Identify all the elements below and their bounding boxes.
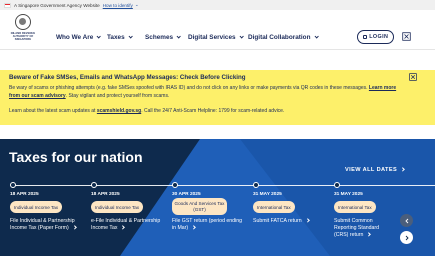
section-heading: Taxes for our nation bbox=[9, 149, 143, 165]
nav-label: Schemes bbox=[145, 34, 174, 41]
nav-schemes[interactable]: Schemes bbox=[145, 34, 182, 41]
timeline-line bbox=[12, 185, 435, 186]
description-text: File GST return (period ending in Mar) bbox=[172, 218, 242, 231]
chevron-right-icon bbox=[72, 224, 77, 230]
alert-footer-text-end: . Call the 24/7 Anti-Scam Helpline: 1799… bbox=[141, 108, 285, 114]
singapore-flag-icon bbox=[4, 2, 11, 8]
government-banner-text: A Singapore Government Agency Website bbox=[14, 2, 100, 8]
iras-logo[interactable]: INLAND REVENUE AUTHORITY OF SINGAPORE bbox=[6, 14, 40, 46]
chevron-right-icon bbox=[304, 217, 310, 223]
view-all-dates-link[interactable]: VIEW ALL DATES bbox=[345, 167, 406, 173]
alert-body-text-end: . Stay vigilant and protect yourself fro… bbox=[65, 93, 170, 99]
chevron-down-icon bbox=[96, 34, 102, 39]
chevron-right-icon bbox=[191, 224, 197, 230]
close-icon[interactable] bbox=[409, 73, 417, 81]
timeline-dot bbox=[10, 182, 16, 188]
lock-icon bbox=[362, 35, 367, 39]
tax-date: 31 MAY 2025 bbox=[334, 192, 363, 197]
tax-dates-section: Taxes for our nation VIEW ALL DATES 18 A… bbox=[0, 139, 435, 256]
tax-date-description[interactable]: File GST return (period ending in Mar) bbox=[172, 218, 246, 232]
timeline-dot bbox=[172, 182, 178, 188]
tax-category-badge: Goods And Services Tax (GST) bbox=[172, 198, 227, 215]
chevron-right-icon bbox=[405, 235, 409, 240]
tax-date: 30 APR 2025 bbox=[172, 192, 201, 197]
description-text: File Individual & Partnership Income Tax… bbox=[10, 218, 75, 231]
tax-date: 18 APR 2025 bbox=[10, 192, 39, 197]
how-to-identify-link[interactable]: How to identify bbox=[103, 3, 133, 8]
alert-body: Be wary of scams or phishing attempts (e… bbox=[9, 84, 404, 100]
alert-body-text: Be wary of scams or phishing attempts (e… bbox=[9, 85, 368, 91]
nav-digital-collaboration[interactable]: Digital Collaboration bbox=[248, 34, 319, 41]
nav-label: Digital Collaboration bbox=[248, 34, 311, 41]
scamshield-link[interactable]: scamshield.gov.sg bbox=[97, 108, 141, 114]
iras-emblem-icon bbox=[15, 14, 31, 30]
tax-category-badge: International Tax bbox=[253, 201, 295, 213]
tax-category-badge: Individual Income Tax bbox=[10, 201, 63, 213]
nav-taxes[interactable]: Taxes bbox=[107, 34, 133, 41]
tax-date: 31 MAY 2025 bbox=[253, 192, 282, 197]
alert-footer-text: Learn about the latest scam updates at bbox=[9, 108, 96, 114]
tax-date: 18 APR 2025 bbox=[91, 192, 120, 197]
description-text: Submit Common Reporting Standard (CRS) r… bbox=[334, 218, 379, 238]
chevron-right-icon bbox=[400, 167, 406, 173]
login-button[interactable]: LOGIN bbox=[357, 30, 394, 44]
chevron-down-icon bbox=[313, 34, 319, 39]
logo-text: INLAND REVENUE AUTHORITY OF SINGAPORE bbox=[10, 32, 36, 41]
tax-date-description[interactable]: e-File Individual & Partnership Income T… bbox=[91, 218, 165, 232]
login-label: LOGIN bbox=[369, 34, 389, 40]
tax-date-description[interactable]: Submit Common Reporting Standard (CRS) r… bbox=[334, 218, 390, 239]
tax-category-badge: International Tax bbox=[334, 201, 376, 213]
nav-who-we-are[interactable]: Who We Are bbox=[56, 34, 102, 41]
tax-category-badge: Individual Income Tax bbox=[91, 201, 144, 213]
alert-title: Beware of Fake SMSes, Emails and WhatsAp… bbox=[9, 74, 246, 81]
alert-footer: Learn about the latest scam updates at s… bbox=[9, 108, 284, 114]
tax-date-description[interactable]: File Individual & Partnership Income Tax… bbox=[10, 218, 84, 232]
identify-chevron-icon: ⌄ bbox=[134, 2, 139, 7]
chevron-right-icon bbox=[120, 224, 126, 230]
government-banner: A Singapore Government Agency Website Ho… bbox=[0, 0, 435, 10]
scam-alert-banner: Beware of Fake SMSes, Emails and WhatsAp… bbox=[0, 70, 435, 125]
description-text: e-File Individual & Partnership Income T… bbox=[91, 218, 161, 231]
nav-label: Who We Are bbox=[56, 34, 94, 41]
description-text: Submit FATCA return bbox=[253, 218, 302, 224]
chevron-right-icon bbox=[366, 231, 372, 237]
chevron-down-icon bbox=[127, 34, 133, 39]
nav-label: Taxes bbox=[107, 34, 125, 41]
nav-digital-services[interactable]: Digital Services bbox=[188, 34, 244, 41]
chevron-left-icon bbox=[404, 218, 408, 223]
view-all-label: VIEW ALL DATES bbox=[345, 167, 398, 173]
site-header: INLAND REVENUE AUTHORITY OF SINGAPORE Wh… bbox=[0, 10, 435, 50]
carousel-next-button[interactable] bbox=[400, 231, 413, 244]
chevron-down-icon bbox=[238, 34, 244, 39]
chevron-down-icon bbox=[176, 34, 182, 39]
timeline-dot bbox=[91, 182, 97, 188]
timeline-dot bbox=[334, 182, 340, 188]
timeline-dot bbox=[253, 182, 259, 188]
carousel-prev-button[interactable] bbox=[400, 214, 413, 227]
search-icon[interactable] bbox=[402, 32, 411, 41]
nav-label: Digital Services bbox=[188, 34, 236, 41]
tax-date-description[interactable]: Submit FATCA return bbox=[253, 217, 327, 225]
